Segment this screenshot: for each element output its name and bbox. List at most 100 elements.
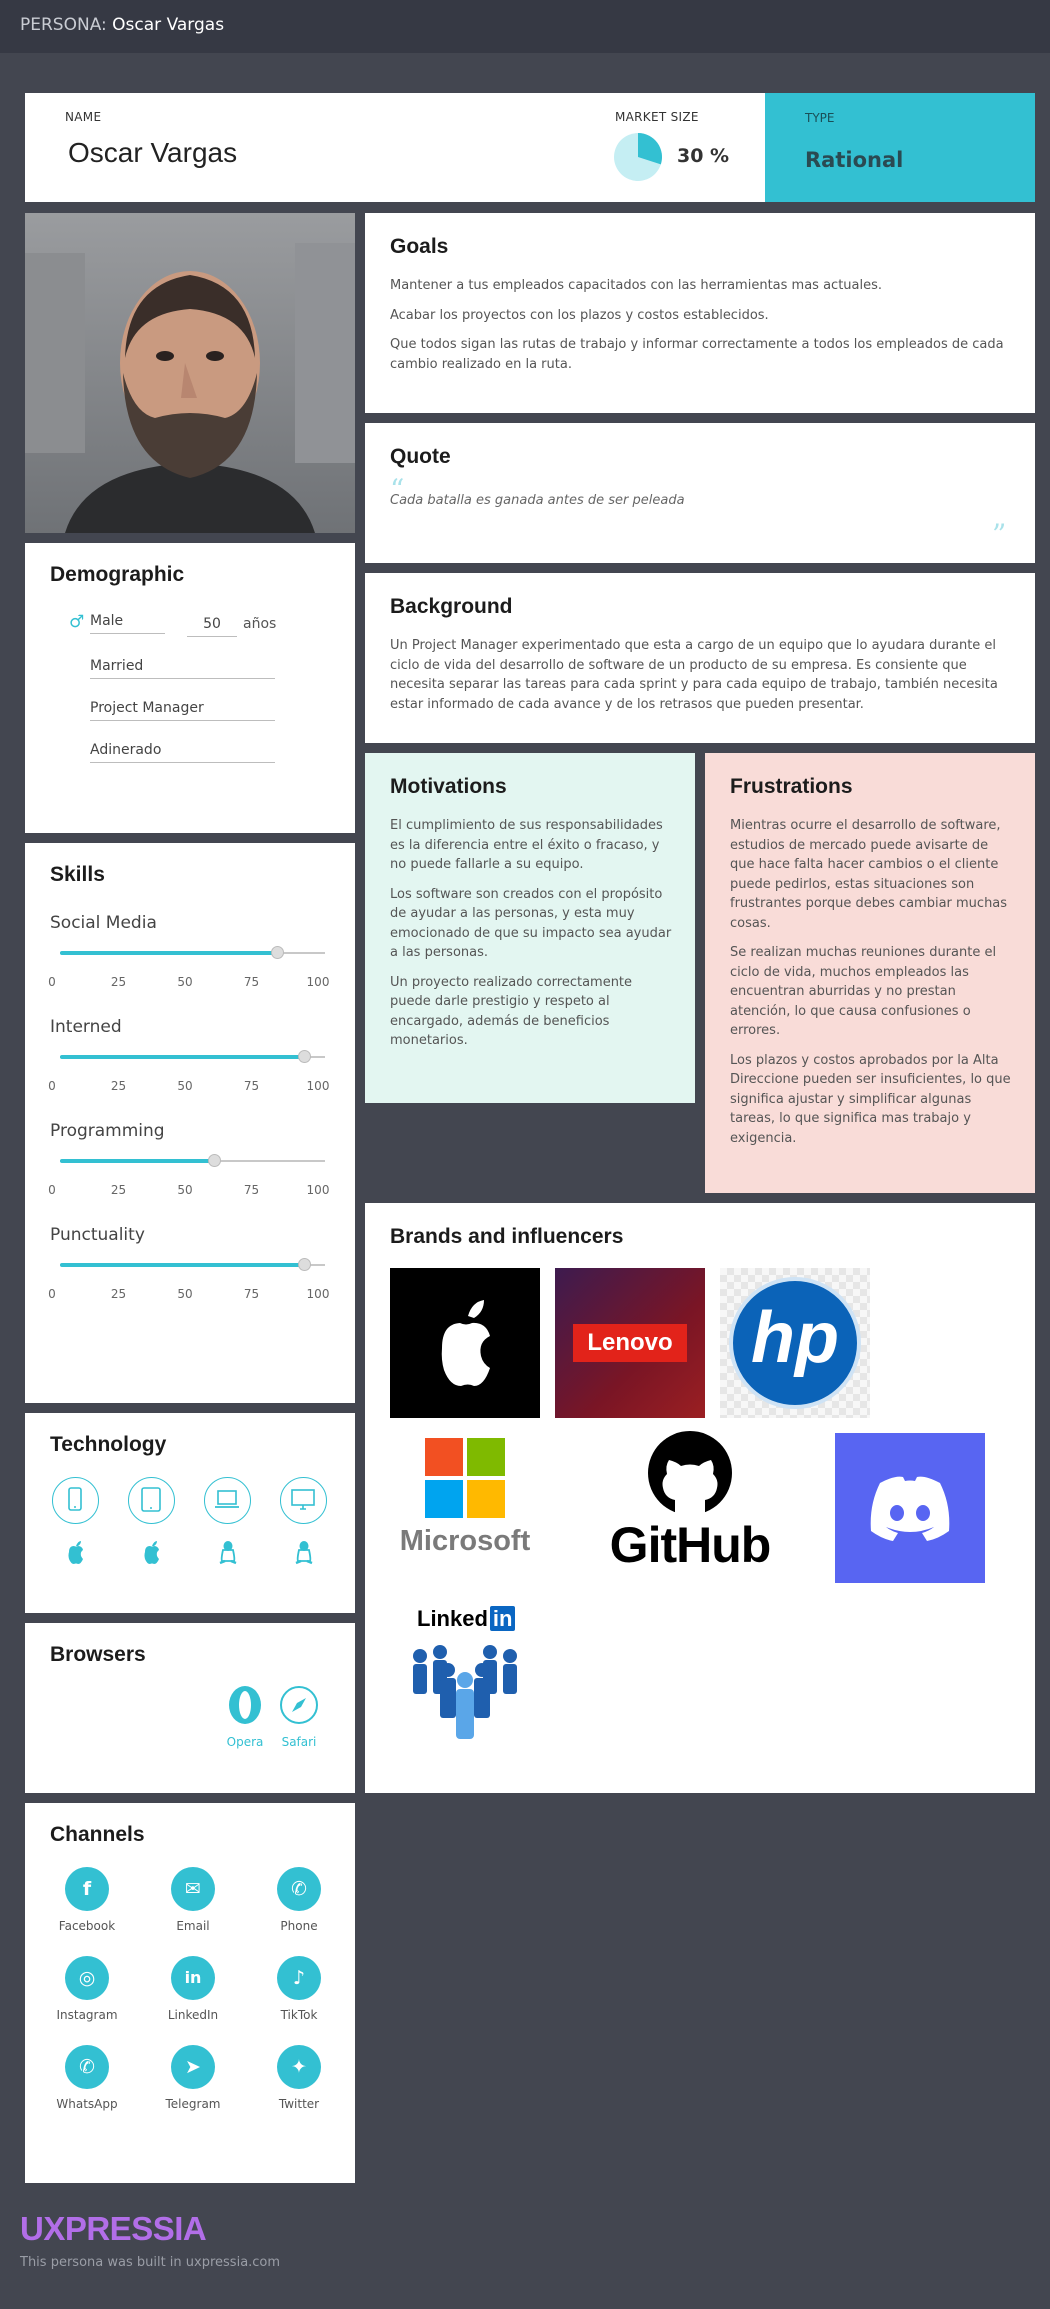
channel-label: Instagram bbox=[56, 2008, 118, 2022]
smartphone-icon bbox=[52, 1477, 99, 1524]
skill-slider-handle[interactable] bbox=[297, 1050, 311, 1063]
frustration-item: Se realizan muchas reuniones durante el … bbox=[730, 945, 997, 1038]
browsers-card: Browsers Opera Safari bbox=[25, 1623, 355, 1793]
background-text: Un Project Manager experimentado que est… bbox=[390, 638, 998, 712]
background-title: Background bbox=[390, 595, 513, 618]
skill-slider-handle[interactable] bbox=[271, 946, 285, 959]
skill-tick-label: 100 bbox=[306, 975, 330, 989]
whatsapp-icon: ✆ bbox=[65, 2045, 109, 2089]
goals-list: Mantener a tus empleados capacitados con… bbox=[390, 276, 1010, 384]
persona-photo bbox=[25, 213, 355, 533]
channel-instagram[interactable]: ◎ Instagram bbox=[42, 1956, 132, 2022]
channel-label: Email bbox=[176, 1919, 210, 1933]
top-bar: PERSONA: Oscar Vargas bbox=[0, 0, 1050, 53]
motivations-card: Motivations El cumplimiento de sus respo… bbox=[365, 753, 695, 1103]
channel-label: Facebook bbox=[58, 1919, 116, 1933]
channel-linkedin[interactable]: in LinkedIn bbox=[148, 1956, 238, 2022]
skill-slider[interactable] bbox=[60, 1050, 325, 1063]
skill-tick-label: 100 bbox=[306, 1079, 330, 1093]
frustrations-card: Frustrations Mientras ocurre el desarrol… bbox=[705, 753, 1035, 1193]
gender-field[interactable]: Male bbox=[90, 613, 165, 634]
desktop-icon bbox=[280, 1477, 327, 1524]
motivation-item: El cumplimiento de sus responsabilidades… bbox=[390, 818, 663, 872]
marital-field[interactable]: Married bbox=[90, 658, 275, 679]
goals-card: Goals Mantener a tus empleados capacitad… bbox=[365, 213, 1035, 413]
frustrations-list: Mientras ocurre el desarrollo de softwar… bbox=[730, 816, 1015, 1158]
skills-card: Skills Social Media 0 25 50 75 100 Interned 0 25… bbox=[25, 843, 355, 1403]
motivations-list: El cumplimiento de sus responsabilidades… bbox=[390, 816, 675, 1061]
type-value: Rational bbox=[805, 148, 904, 172]
channel-phone[interactable]: ✆ Phone bbox=[254, 1867, 344, 1933]
channel-glyph: ✆ bbox=[79, 2056, 95, 2078]
skill-slider[interactable] bbox=[60, 946, 325, 959]
skill-tick-label: 25 bbox=[110, 1287, 127, 1301]
skill-tick-label: 50 bbox=[177, 975, 193, 989]
github-logo: GitHub bbox=[605, 1428, 775, 1578]
demographic-card: Demographic ♂ Male 50 años Married Proje… bbox=[25, 543, 355, 833]
discord-logo bbox=[835, 1433, 985, 1583]
channel-tiktok[interactable]: ♪ TikTok bbox=[254, 1956, 344, 2022]
channel-glyph: ✦ bbox=[291, 2056, 307, 2078]
twitter-icon: ✦ bbox=[277, 2045, 321, 2089]
linux-icon bbox=[219, 1541, 237, 1565]
phone-icon: ✆ bbox=[277, 1867, 321, 1911]
channel-glyph: ♪ bbox=[292, 1967, 306, 1989]
age-field[interactable]: 50 bbox=[187, 616, 237, 637]
channel-twitter[interactable]: ✦ Twitter bbox=[254, 2045, 344, 2111]
lenovo-logo: Lenovo bbox=[555, 1268, 705, 1418]
type-label: TYPE bbox=[805, 111, 835, 125]
apple-icon bbox=[68, 1541, 83, 1564]
goal-item: Que todos sigan las rutas de trabajo y i… bbox=[390, 337, 1004, 372]
goal-item: Acabar los proyectos con los plazos y co… bbox=[390, 307, 769, 323]
skill-slider[interactable] bbox=[60, 1154, 325, 1167]
skill-slider[interactable] bbox=[60, 1258, 325, 1271]
apple-logo bbox=[390, 1268, 540, 1418]
channel-label: WhatsApp bbox=[56, 2097, 118, 2111]
channel-email[interactable]: ✉ Email bbox=[148, 1867, 238, 1933]
skill-tick-label: 0 bbox=[48, 1183, 56, 1197]
channel-glyph: f bbox=[82, 1878, 92, 1900]
safari-label: Safari bbox=[281, 1735, 317, 1749]
persona-name: Oscar Vargas bbox=[68, 137, 238, 168]
channel-telegram[interactable]: ➤ Telegram bbox=[148, 2045, 238, 2111]
skill-tick-label: 75 bbox=[243, 1287, 260, 1301]
skill-tick-label: 75 bbox=[243, 1079, 260, 1093]
tiktok-icon: ♪ bbox=[277, 1956, 321, 2000]
skill-tick-label: 50 bbox=[177, 1079, 193, 1093]
frustration-item: Mientras ocurre el desarrollo de softwar… bbox=[730, 818, 1008, 931]
quote-title: Quote bbox=[390, 445, 451, 468]
channels-title: Channels bbox=[50, 1823, 145, 1846]
uxpressia-logo[interactable]: UXPRESSIA bbox=[20, 2210, 207, 2248]
persona-type: TYPE Rational bbox=[765, 93, 1035, 202]
background-card: Background Un Project Manager experiment… bbox=[365, 573, 1035, 743]
hp-logo: hp bbox=[720, 1268, 870, 1418]
income-field[interactable]: Adinerado bbox=[90, 742, 275, 763]
skill-label: Social Media bbox=[50, 913, 157, 933]
skill-slider-handle[interactable] bbox=[207, 1154, 221, 1167]
male-icon: ♂ bbox=[69, 612, 85, 632]
channel-facebook[interactable]: f Facebook bbox=[42, 1867, 132, 1933]
browsers-title: Browsers bbox=[50, 1643, 146, 1666]
skill-fill bbox=[60, 1263, 304, 1267]
skill-tick-label: 100 bbox=[306, 1287, 330, 1301]
channel-label: Telegram bbox=[165, 2097, 221, 2111]
channel-label: Twitter bbox=[278, 2097, 320, 2111]
quote-card: Quote “ Cada batalla es ganada antes de … bbox=[365, 423, 1035, 563]
skill-tick-label: 50 bbox=[177, 1183, 193, 1197]
skill-label: Programming bbox=[50, 1121, 165, 1141]
motivation-item: Un proyecto realizado correctamente pued… bbox=[390, 974, 633, 1049]
skill-slider-handle[interactable] bbox=[297, 1258, 311, 1271]
market-size-value: 30 % bbox=[677, 145, 730, 167]
linkedin-logo: Linked in bbox=[390, 1598, 540, 1748]
skills-title: Skills bbox=[50, 863, 105, 886]
occupation-field[interactable]: Project Manager bbox=[90, 700, 275, 721]
skill-tick-label: 0 bbox=[48, 1079, 56, 1093]
brands-card: Brands and influencers Lenovo hp Microso… bbox=[365, 1203, 1035, 1793]
channel-whatsapp[interactable]: ✆ WhatsApp bbox=[42, 2045, 132, 2111]
channel-glyph: ➤ bbox=[185, 2056, 201, 2078]
channel-label: LinkedIn bbox=[167, 2008, 219, 2022]
age-unit: años bbox=[243, 616, 277, 632]
laptop-icon bbox=[204, 1477, 251, 1524]
skill-tick-label: 75 bbox=[243, 975, 260, 989]
persona-header: NAME Oscar Vargas MARKET SIZE 30 % bbox=[25, 93, 765, 202]
